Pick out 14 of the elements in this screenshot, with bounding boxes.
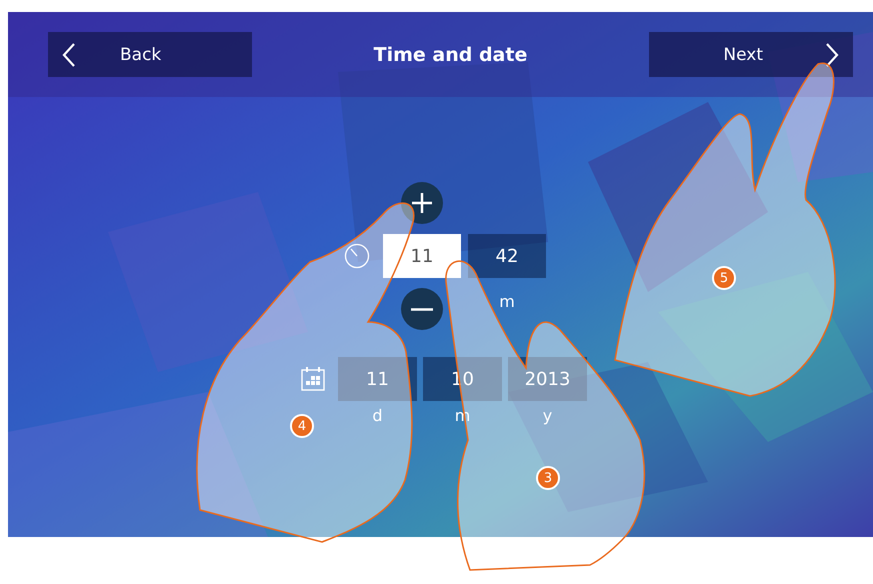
- clock-icon: [344, 243, 370, 269]
- next-button[interactable]: Next: [648, 32, 853, 77]
- time-field[interactable]: 42: [468, 234, 546, 278]
- field-label: y: [542, 406, 554, 425]
- plus-icon: [411, 192, 433, 214]
- back-button[interactable]: Back: [48, 32, 252, 77]
- field-label: m: [498, 292, 516, 311]
- field-label: d: [371, 406, 384, 425]
- chevron-right-icon: [824, 42, 839, 68]
- minus-icon: [411, 308, 433, 310]
- screen-title: Time and date: [374, 44, 528, 66]
- calendar-icon: [300, 366, 326, 392]
- chevron-left-icon: [62, 42, 76, 68]
- time-field[interactable]: 11: [383, 234, 461, 278]
